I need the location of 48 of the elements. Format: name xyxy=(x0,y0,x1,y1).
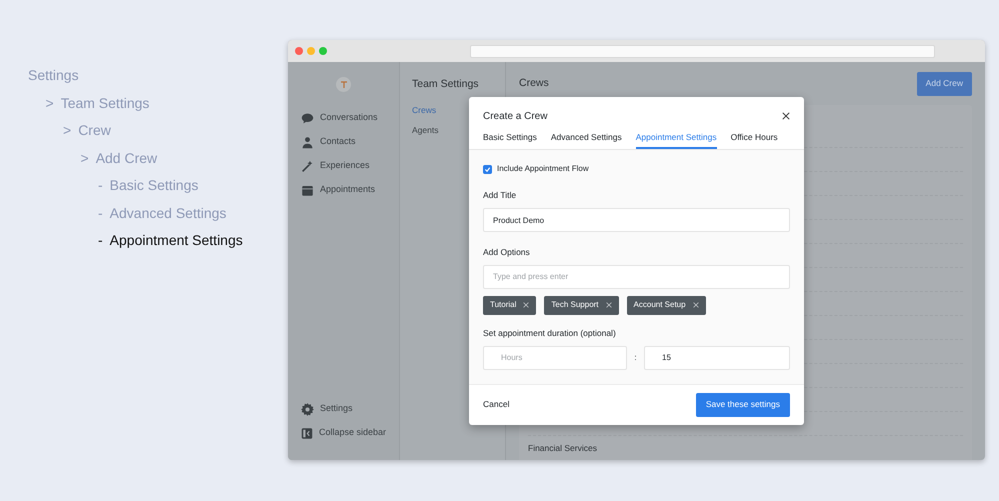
collapse-sidebar-icon xyxy=(301,426,313,440)
gear-icon xyxy=(301,402,314,416)
magic-wand-icon xyxy=(301,160,314,172)
logo-icon xyxy=(336,77,351,92)
tag-label: Account Setup xyxy=(634,299,686,312)
dialog-title: Create a Crew xyxy=(483,110,548,124)
panel-title: Team Settings xyxy=(412,77,480,92)
time-separator: : xyxy=(633,352,638,364)
dialog-tab[interactable]: Basic Settings xyxy=(483,126,537,150)
checkbox-label: Include Appointment Flow xyxy=(497,163,589,176)
minutes-input-field[interactable]: 15 xyxy=(644,346,790,370)
sidebar-item[interactable]: Conversations xyxy=(320,111,378,125)
options-input-field[interactable]: Type and press enter xyxy=(483,264,790,289)
outline-item[interactable]: - Advanced Settings xyxy=(98,200,288,227)
save-button[interactable]: Save these settings xyxy=(696,392,790,417)
hours-input-field[interactable]: Hours xyxy=(483,346,627,370)
sidebar-item[interactable]: Appointments xyxy=(320,183,376,197)
outline-item[interactable]: > Crew xyxy=(63,117,288,144)
dialog-tab[interactable]: Advanced Settings xyxy=(550,126,622,150)
outline-item[interactable]: - Basic Settings xyxy=(98,172,288,200)
checkbox[interactable] xyxy=(483,164,492,174)
field-label: Set appointment duration (optional) xyxy=(483,326,617,340)
tag-label: Tutorial xyxy=(490,299,516,312)
close-icon[interactable] xyxy=(782,112,790,120)
outline-item[interactable]: - Appointment Settings xyxy=(98,227,288,254)
tag-label: Tech Support xyxy=(551,299,599,312)
remove-tag-icon[interactable] xyxy=(692,302,699,308)
field-label: Add Title xyxy=(483,189,518,202)
page-title: Crews xyxy=(519,76,549,91)
chat-bubble-icon xyxy=(301,112,314,124)
remove-tag-icon[interactable] xyxy=(606,302,612,308)
outline-item[interactable]: Settings xyxy=(28,62,288,90)
outline-item[interactable]: > Team Settings xyxy=(46,90,288,117)
sidebar-item[interactable]: Experiences xyxy=(320,159,370,173)
field-label: Add Options xyxy=(483,246,531,259)
cancel-button[interactable]: Cancel xyxy=(483,398,510,412)
calendar-icon xyxy=(301,184,314,196)
dialog-tab[interactable]: Office Hours xyxy=(730,126,778,150)
add-crew-button[interactable]: Add Crew xyxy=(916,72,972,96)
title-input-field[interactable]: Product Demo xyxy=(483,208,790,232)
sidebar-item[interactable]: Settings xyxy=(320,402,353,416)
crew-name: Financial Services xyxy=(528,442,597,454)
sidebar-item[interactable]: Collapse sidebar xyxy=(318,426,386,440)
person-icon xyxy=(301,136,314,148)
outline-item[interactable]: > Add Crew xyxy=(80,144,288,172)
remove-tag-icon[interactable] xyxy=(523,302,530,308)
close-window-icon[interactable] xyxy=(295,47,303,55)
sidebar-item[interactable]: Contacts xyxy=(320,135,356,149)
